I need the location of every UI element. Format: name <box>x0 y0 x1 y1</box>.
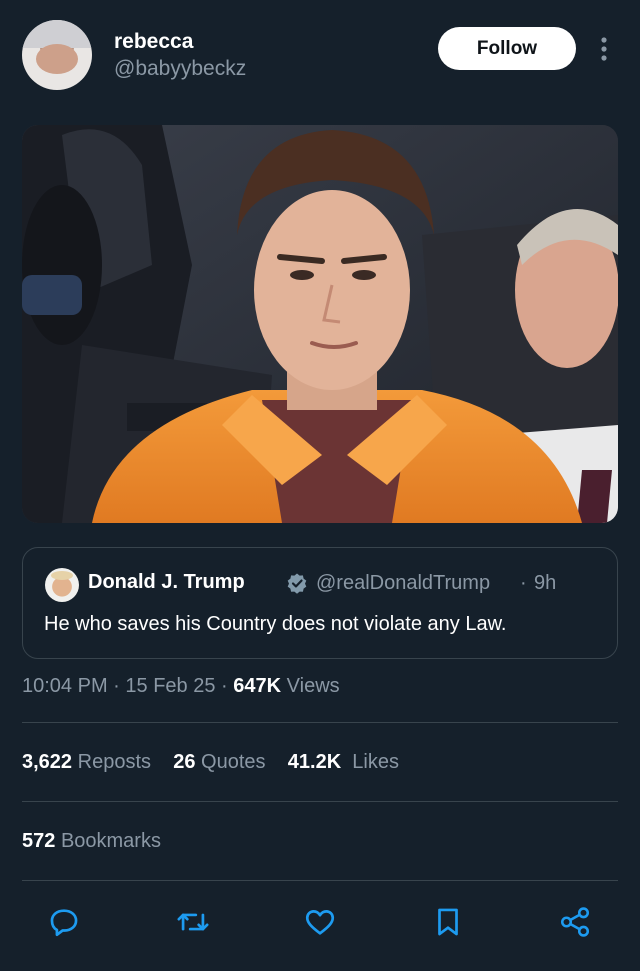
post-header: rebecca @babyybeckz Follow <box>0 0 640 110</box>
repost-icon <box>177 913 209 931</box>
quoted-post[interactable]: Donald J. Trump @realDonaldTrump · 9h He… <box>22 547 618 659</box>
quotes-stat[interactable]: 26 Quotes <box>173 751 265 773</box>
divider <box>22 880 618 881</box>
post-image[interactable] <box>22 125 618 523</box>
follow-button[interactable]: Follow <box>438 27 576 70</box>
views-count: 647K <box>233 675 282 697</box>
post-meta: 10:04 PM · 15 Feb 25 · 647K Views <box>22 675 340 698</box>
separator-dot: · <box>221 675 228 697</box>
reposts-stat[interactable]: 3,622 Reposts <box>22 751 151 773</box>
quoted-post-text: He who saves his Country does not violat… <box>44 613 507 635</box>
user-handle[interactable]: @babyybeckz <box>114 57 246 81</box>
divider <box>22 722 618 723</box>
bookmarks-stat[interactable]: 572 Bookmarks <box>22 830 161 853</box>
share-button[interactable] <box>555 902 595 942</box>
like-button[interactable] <box>300 902 340 942</box>
verified-badge-icon <box>287 573 307 594</box>
quoted-user-name: Donald J. Trump <box>88 571 245 593</box>
quoted-user-handle: @realDonaldTrump <box>316 572 491 594</box>
repost-button[interactable] <box>173 902 213 942</box>
quoted-post-time: 9h <box>534 572 557 594</box>
photo-illustration <box>22 125 618 523</box>
heart-icon <box>305 910 335 935</box>
post-date: 15 Feb 25 <box>125 675 216 697</box>
bookmark-icon <box>438 908 458 936</box>
separator-dot: · <box>520 572 527 594</box>
views-label: Views <box>286 675 340 697</box>
engagement-stats: 3,622 Reposts 26 Quotes 41.2K Likes <box>22 751 399 774</box>
user-display-name[interactable]: rebecca <box>114 30 193 54</box>
reply-button[interactable] <box>44 902 84 942</box>
post-time: 10:04 PM <box>22 675 108 697</box>
quoted-user-avatar[interactable] <box>45 568 79 602</box>
bookmark-button[interactable] <box>428 902 468 942</box>
separator-dot: · <box>113 675 120 697</box>
divider <box>22 801 618 802</box>
reply-icon <box>50 909 78 937</box>
user-avatar[interactable] <box>22 20 92 90</box>
share-icon <box>560 907 590 937</box>
likes-stat[interactable]: 41.2K Likes <box>288 751 399 773</box>
more-vertical-icon[interactable] <box>596 34 612 64</box>
